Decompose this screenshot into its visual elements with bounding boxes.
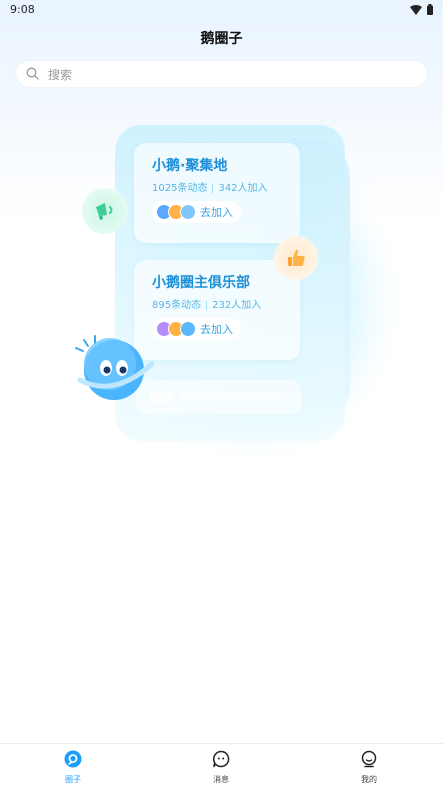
status-time: 9:08 (10, 3, 35, 16)
group-meta: 895条动态 232人加入 (152, 296, 261, 311)
avatar (180, 321, 196, 337)
group-title: 小鹅圈主俱乐部 (152, 275, 250, 291)
avatar (180, 204, 196, 220)
status-icons (410, 4, 433, 15)
tab-label: 我的 (361, 775, 377, 784)
circle-icon (64, 750, 82, 768)
group-members: 232人加入 (212, 300, 262, 311)
placeholder-card (136, 380, 301, 414)
tab-profile[interactable]: 我的 (339, 750, 399, 785)
bottom-tab-bar: 圈子 消息 我的 (0, 743, 443, 790)
battery-icon (427, 4, 433, 15)
tab-label: 圈子 (65, 775, 81, 784)
placeholder-bar (180, 393, 280, 401)
group-members: 342人加入 (218, 183, 268, 194)
search-input[interactable] (46, 64, 410, 86)
join-label: 去加入 (200, 206, 233, 219)
profile-icon (361, 750, 377, 768)
tab-circle[interactable]: 圈子 (43, 750, 103, 785)
join-button[interactable]: 去加入 (152, 201, 241, 223)
planet-mascot-icon (75, 335, 155, 400)
join-button[interactable]: 去加入 (152, 318, 241, 340)
group-title: 小鹅·聚集地 (152, 158, 228, 174)
thumbs-up-icon (288, 249, 305, 266)
wifi-icon (410, 4, 422, 15)
message-icon (213, 750, 230, 768)
search-bar[interactable] (16, 61, 427, 87)
mascot-planet (70, 328, 155, 408)
divider (206, 300, 208, 310)
group-posts: 895条动态 (152, 300, 202, 311)
group-card: 小鹅·聚集地 1025条动态 342人加入 去加入 (134, 143, 300, 243)
tab-label: 消息 (213, 775, 229, 784)
divider (212, 183, 214, 193)
join-label: 去加入 (200, 323, 233, 336)
avatar-stack (156, 204, 196, 220)
group-card: 小鹅圈主俱乐部 895条动态 232人加入 去加入 (134, 260, 300, 360)
megaphone-icon (96, 203, 113, 220)
status-bar: 9:08 (0, 0, 443, 20)
megaphone-bubble (82, 188, 128, 234)
group-meta: 1025条动态 342人加入 (152, 179, 268, 194)
page-title: 鹅圈子 (200, 31, 243, 47)
avatar-stack (156, 321, 196, 337)
thumbs-up-bubble (274, 236, 318, 280)
empty-state-illustration: 小鹅·聚集地 1025条动态 342人加入 去加入 小鹅圈主俱乐部 895条动态 2… (0, 110, 443, 460)
tab-messages[interactable]: 消息 (191, 750, 251, 785)
group-posts: 1025条动态 (152, 183, 208, 194)
search-icon (26, 67, 39, 80)
